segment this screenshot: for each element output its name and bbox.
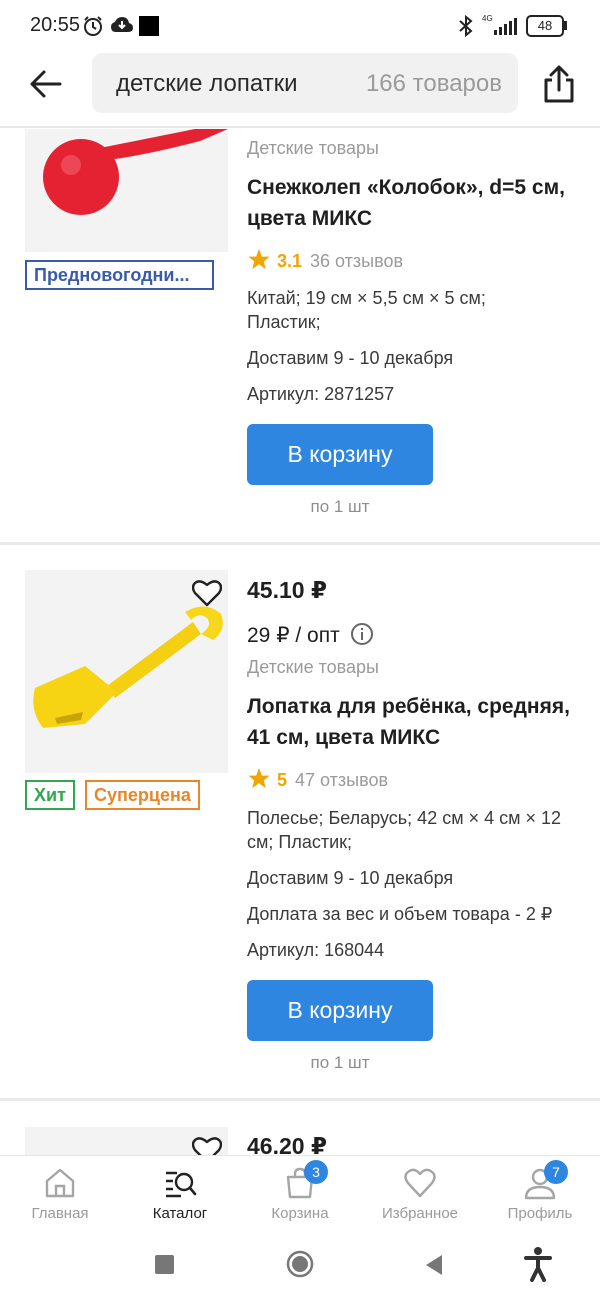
catalog-search-icon <box>166 1171 197 1198</box>
rating-value: 3.1 <box>277 251 303 271</box>
battery-tip <box>564 21 567 30</box>
surcharge-info: Доплата за вес и объем товара - 2 ₽ <box>247 904 553 924</box>
search-query: детские лопатки <box>116 70 298 97</box>
back-arrow-icon[interactable] <box>28 66 64 102</box>
product-title[interactable]: Лопатка для ребёнка, средняя, 41 см, цве… <box>247 691 577 753</box>
cloud-icon <box>111 17 133 32</box>
product-image-snow-tool[interactable] <box>25 129 228 252</box>
heart-icon <box>404 1168 436 1198</box>
product-price: 45.10 ₽ <box>247 577 327 603</box>
back-triangle-icon[interactable] <box>424 1254 444 1276</box>
review-count[interactable]: 36 отзывов <box>310 251 403 271</box>
wholesale-price: 29 ₽ / опт <box>247 622 374 648</box>
divider <box>0 542 600 545</box>
badge-hit: Хит <box>25 780 75 810</box>
delivery-info: Доставим 9 - 10 декабря <box>247 348 454 368</box>
nav-favorites[interactable]: Избранное <box>360 1156 480 1228</box>
accessibility-icon[interactable] <box>524 1246 552 1282</box>
nav-favorites-label: Избранное <box>381 1205 459 1222</box>
product-rating: 5 47 отзывов <box>247 767 388 791</box>
nav-cart-label: Корзина <box>271 1205 329 1222</box>
status-time: 20:55 <box>30 14 81 36</box>
product-category: Детские товары <box>247 138 379 158</box>
bottom-navigation: Главная Каталог 3 Корзина Избранное 7 Пр… <box>0 1155 600 1227</box>
nav-catalog[interactable]: Каталог <box>120 1156 240 1228</box>
product-category: Детские товары <box>247 657 379 677</box>
nav-catalog-label: Каталог <box>152 1205 208 1222</box>
nav-home-label: Главная <box>31 1205 89 1222</box>
star-icon <box>248 248 270 270</box>
profile-notification-badge: 7 <box>544 1160 568 1184</box>
search-header: детские лопатки 166 товаров <box>0 52 600 128</box>
add-to-cart-button[interactable]: В корзину <box>247 980 433 1041</box>
status-bar: 20:55 4G 48 <box>0 0 600 52</box>
recent-apps-icon[interactable] <box>155 1255 174 1274</box>
notification-square-icon <box>139 16 159 36</box>
review-count[interactable]: 47 отзывов <box>295 770 388 790</box>
nav-home[interactable]: Главная <box>0 1156 120 1228</box>
snowball-maker-image <box>43 129 228 215</box>
nav-cart[interactable]: 3 Корзина <box>240 1156 360 1228</box>
rating-value: 5 <box>277 770 288 790</box>
battery-level: 48 <box>537 18 553 33</box>
nav-profile-label: Профиль <box>507 1205 573 1222</box>
unit-label: по 1 шт <box>310 1053 370 1072</box>
badge-superprice: Суперцена <box>85 780 200 810</box>
alarm-icon <box>84 16 102 36</box>
signal-icon <box>494 18 517 35</box>
home-icon <box>45 1168 75 1198</box>
nav-profile[interactable]: 7 Профиль <box>480 1156 600 1228</box>
share-icon[interactable] <box>540 64 578 104</box>
battery-indicator: 48 <box>526 15 564 37</box>
product-specs: Китай; 19 см × 5,5 см × 5 см; Пластик; <box>247 288 486 332</box>
star-icon <box>248 767 270 789</box>
delivery-info: Доставим 9 - 10 декабря <box>247 868 454 888</box>
unit-label: по 1 шт <box>310 497 370 516</box>
favorite-heart-icon[interactable] <box>192 579 222 607</box>
cart-count-badge: 3 <box>304 1160 328 1184</box>
product-sku: Артикул: 168044 <box>247 940 385 960</box>
result-count: 166 товаров <box>365 70 502 97</box>
bluetooth-icon <box>459 14 473 38</box>
add-to-cart-button[interactable]: В корзину <box>247 424 433 485</box>
home-circle-icon[interactable] <box>286 1250 314 1278</box>
wholesale-price-text: 29 ₽ / опт <box>247 624 340 647</box>
product-sku: Артикул: 2871257 <box>247 384 395 404</box>
divider <box>0 1098 600 1101</box>
system-navigation-bar <box>0 1228 600 1299</box>
search-field[interactable]: детские лопатки 166 товаров <box>92 53 518 113</box>
product-title[interactable]: Снежколеп «Колобок», d=5 см, цвета МИКС <box>247 172 567 234</box>
product-specs: Полесье; Беларусь; 42 см × 4 см × 12 см;… <box>247 808 562 852</box>
badge-prenewyear: Предновогодни... <box>25 260 214 290</box>
product-rating: 3.1 36 отзывов <box>247 248 403 272</box>
info-icon[interactable] <box>350 622 374 646</box>
